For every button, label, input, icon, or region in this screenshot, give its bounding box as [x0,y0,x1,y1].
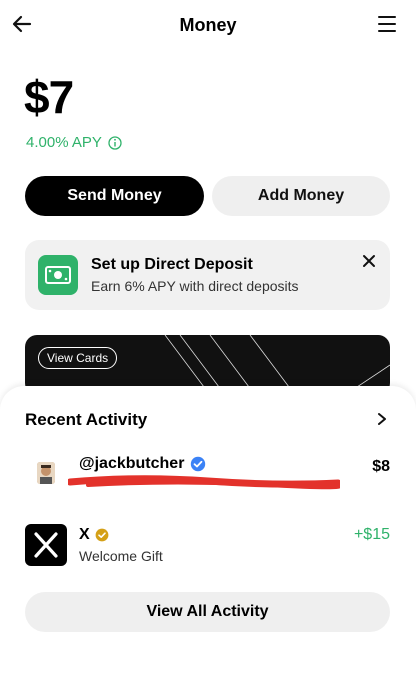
cash-icon [38,255,78,295]
send-money-button[interactable]: Send Money [25,176,204,216]
activity-row[interactable]: X Welcome Gift +$15 [0,522,416,572]
view-all-activity-button[interactable]: View All Activity [25,592,390,632]
recent-activity-sheet: Recent Activity @jackbutcher “ $8 X Welc… [0,386,416,680]
menu-icon[interactable] [378,16,396,32]
direct-deposit-banner[interactable]: Set up Direct Deposit Earn 6% APY with d… [25,240,390,310]
add-money-button[interactable]: Add Money [212,176,390,216]
direct-deposit-title: Set up Direct Deposit [91,256,253,273]
activity-amount: $8 [372,458,390,475]
header: Money [0,0,416,52]
x-logo-icon [25,524,67,566]
activity-name: X [79,526,109,544]
activity-detail: Welcome Gift [79,548,163,564]
recent-activity-title: Recent Activity [25,410,148,429]
activity-row[interactable]: @jackbutcher “ $8 [0,450,416,498]
activity-name: @jackbutcher [79,455,206,473]
page-title: Money [179,15,237,35]
activity-amount: +$15 [353,526,390,543]
verified-badge-icon [95,528,109,542]
apy-text: 4.00% APY [26,134,102,151]
avatar [37,462,55,484]
apy-label[interactable]: 4.00% APY [26,134,122,151]
chevron-right-icon[interactable] [376,412,388,426]
balance-amount: $7 [24,71,74,123]
direct-deposit-subtitle: Earn 6% APY with direct deposits [91,278,299,294]
close-icon[interactable] [362,254,376,268]
activity-name-text: @jackbutcher [79,455,185,472]
info-icon[interactable] [108,135,122,150]
redaction-scribble [68,475,340,490]
verified-badge-icon [191,456,206,472]
activity-name-text: X [79,526,90,543]
view-cards-button[interactable]: View Cards [38,347,118,369]
